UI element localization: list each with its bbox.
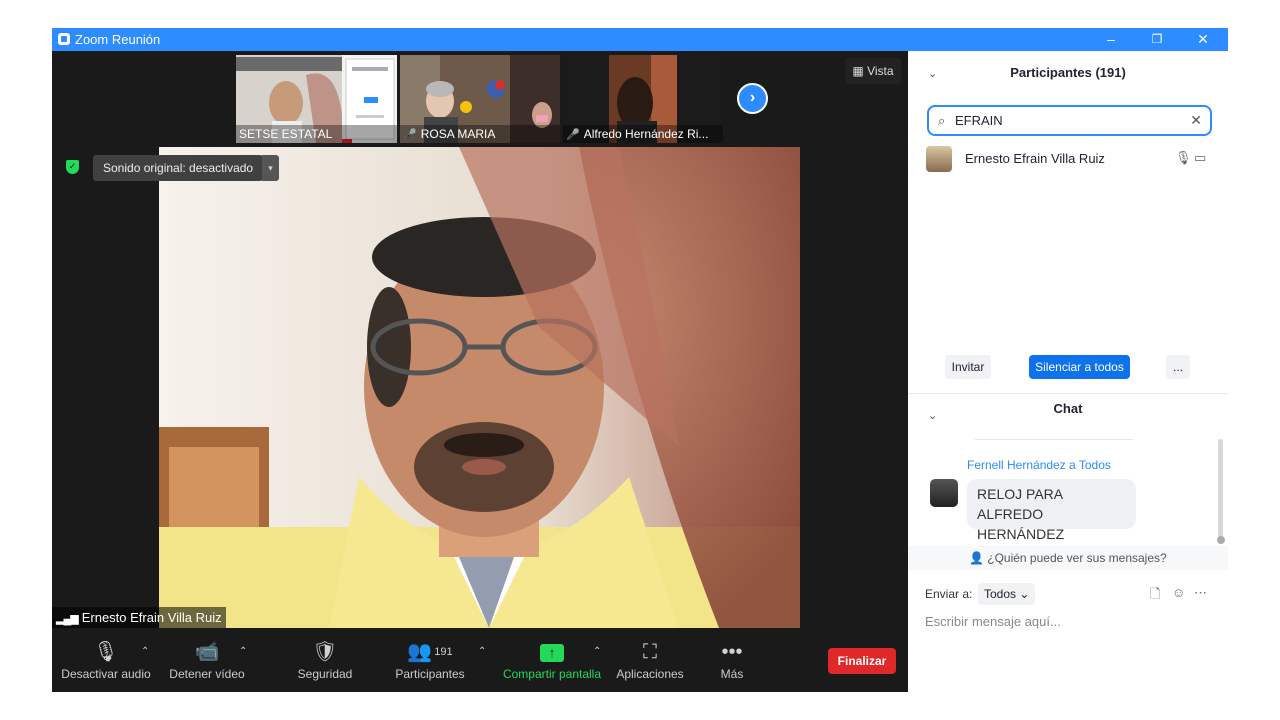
microphone-icon: 🎙: [93, 641, 119, 663]
video-camera-icon[interactable]: ▭: [1194, 150, 1206, 166]
participants-panel-title: Participantes (191): [1010, 65, 1126, 80]
restore-button[interactable]: ❐: [1134, 28, 1180, 51]
mic-muted-icon: 🎤: [566, 129, 580, 141]
person-info-icon: 👤: [969, 551, 985, 565]
chat-scrollbar[interactable]: [1218, 439, 1223, 539]
close-window-button[interactable]: ✕: [1180, 28, 1226, 51]
more-button[interactable]: ••• Más: [712, 636, 752, 692]
avatar: [926, 146, 952, 172]
apps-button[interactable]: ⛶ Aplicaciones: [614, 636, 686, 692]
video-options-caret[interactable]: ⌃: [239, 646, 247, 657]
recipient-dropdown[interactable]: Todos ⌄: [978, 583, 1036, 605]
chat-title: Chat: [1053, 401, 1083, 416]
participants-button[interactable]: 👥 191 Participantes: [392, 636, 468, 692]
window-title: Zoom Reunión: [75, 32, 161, 47]
security-button[interactable]: 🛡 Seguridad: [290, 636, 360, 692]
search-icon: ⌕: [938, 113, 946, 128]
clear-search-icon[interactable]: ✕: [1190, 112, 1202, 129]
original-sound-status[interactable]: Sonido original: desactivado: [93, 155, 264, 181]
stop-video-button[interactable]: 📹 Detener vídeo: [166, 636, 248, 692]
divider: [975, 439, 1133, 440]
thumbnail-name: 🎤 ROSA MARIA: [400, 125, 560, 143]
more-dots-icon: •••: [721, 641, 743, 663]
thumbnail-name: 🎤 Alfredo Hernández Ri...: [563, 125, 723, 143]
apps-icon: ⛶: [643, 641, 657, 663]
participants-icon: 👥 191: [407, 641, 453, 663]
grid-icon: ▦: [852, 64, 868, 78]
shield-icon: 🛡: [312, 641, 338, 663]
zoom-window: Zoom Reunión – ❐ ✕ SETSE ESTATAL 🎤 ROSA …: [52, 28, 1228, 692]
chat-message-input[interactable]: Escribir mensaje aquí...: [925, 614, 1061, 629]
mute-all-button[interactable]: Silenciar a todos: [1029, 355, 1130, 379]
share-screen-button[interactable]: ↑ Compartir pantalla: [500, 636, 604, 692]
participant-list-item[interactable]: Ernesto Efrain Villa Ruiz 🎙 ▭: [926, 145, 1216, 173]
message-visibility-link[interactable]: 👤 ¿Quién puede ver sus mensajes?: [908, 546, 1228, 570]
video-stage: SETSE ESTATAL 🎤 ROSA MARIA 🎤 Alfredo Her…: [52, 51, 908, 692]
emoji-icon[interactable]: ☺: [1172, 585, 1185, 600]
view-button[interactable]: ▦ Vista: [845, 58, 901, 84]
security-shield-icon: ✓: [66, 160, 79, 174]
mic-muted-icon: 🎤: [403, 129, 417, 141]
video-camera-icon: 📹: [194, 641, 220, 663]
participant-thumbnail[interactable]: SETSE ESTATAL: [236, 55, 397, 143]
avatar: [930, 479, 958, 507]
minimize-button[interactable]: –: [1088, 28, 1134, 51]
mute-audio-button[interactable]: 🎙 Desactivar audio: [60, 636, 152, 692]
chat-sender[interactable]: Fernell Hernández a Todos: [967, 458, 1111, 472]
participants-count: 191: [434, 646, 453, 658]
participant-search-input[interactable]: ⌕ EFRAIN ✕: [927, 105, 1212, 136]
invite-button[interactable]: Invitar: [945, 355, 991, 379]
active-speaker-name: ▂▄▆ Ernesto Efrain Villa Ruiz: [52, 607, 226, 628]
chat-message: RELOJ PARA ALFREDO HERNÁNDEZ: [967, 479, 1136, 542]
more-dots-icon[interactable]: ⋯: [1194, 585, 1207, 601]
speaker-video-frame: [159, 147, 800, 628]
audio-options-caret[interactable]: ⌃: [141, 646, 149, 657]
main-video: [159, 147, 800, 628]
thumbnail-name: SETSE ESTATAL: [236, 125, 397, 143]
side-panel: ⌄ Participantes (191) ⌕ EFRAIN ✕ Ernesto…: [908, 51, 1228, 692]
title-bar: Zoom Reunión – ❐ ✕: [52, 28, 1228, 51]
microphone-icon[interactable]: 🎙: [1175, 150, 1192, 166]
signal-strength-icon: ▂▄▆: [56, 613, 79, 625]
divider: [908, 393, 1228, 394]
end-meeting-button[interactable]: Finalizar: [828, 648, 896, 674]
original-sound-dropdown[interactable]: ▾: [262, 155, 279, 181]
scrollbar-thumb[interactable]: [1217, 536, 1225, 544]
participants-options-caret[interactable]: ⌃: [478, 646, 486, 657]
participant-thumbnail[interactable]: 🎤 Alfredo Hernández Ri...: [563, 55, 723, 143]
share-options-caret[interactable]: ⌃: [593, 646, 601, 657]
file-icon[interactable]: 🗋: [1150, 585, 1160, 607]
participant-thumbnail[interactable]: 🎤 ROSA MARIA: [400, 55, 560, 143]
share-screen-icon: ↑: [540, 643, 564, 662]
send-to-row: Enviar a: Todos ⌄ 🗋 ☺ ⋯: [925, 583, 1215, 605]
zoom-logo-icon: [58, 33, 70, 45]
more-options-button[interactable]: ...: [1166, 355, 1190, 379]
next-page-arrow-icon[interactable]: ›: [737, 83, 768, 114]
meeting-toolbar: 🎙 Desactivar audio ⌃ 📹 Detener vídeo ⌃ 🛡…: [52, 636, 908, 692]
